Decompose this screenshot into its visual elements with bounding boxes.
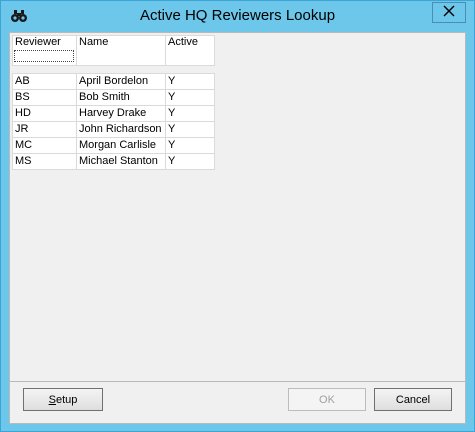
cell-active: Y bbox=[165, 73, 215, 90]
cell-active: Y bbox=[165, 137, 215, 154]
cell-reviewer: JR bbox=[12, 121, 77, 138]
table-row[interactable]: MS Michael Stanton Y bbox=[12, 153, 215, 170]
table-row[interactable]: MC Morgan Carlisle Y bbox=[12, 137, 215, 154]
setup-button[interactable]: Setup bbox=[23, 388, 103, 411]
cell-reviewer: MC bbox=[12, 137, 77, 154]
lookup-grid-area: Reviewer Name Active AB April Bordelon Y… bbox=[9, 32, 466, 382]
cell-name: April Bordelon bbox=[76, 73, 166, 90]
cell-reviewer: MS bbox=[12, 153, 77, 170]
cell-active: Y bbox=[165, 105, 215, 122]
table-row[interactable]: BS Bob Smith Y bbox=[12, 89, 215, 106]
cell-name: Bob Smith bbox=[76, 89, 166, 106]
cancel-label: Cancel bbox=[395, 393, 431, 406]
cell-reviewer: BS bbox=[12, 89, 77, 106]
column-label-reviewer: Reviewer bbox=[15, 36, 61, 48]
cancel-button[interactable]: Cancel bbox=[374, 388, 452, 411]
table-row[interactable]: HD Harvey Drake Y bbox=[12, 105, 215, 122]
grid-header: Reviewer Name Active bbox=[12, 35, 215, 66]
cell-active: Y bbox=[165, 121, 215, 138]
column-label-name: Name bbox=[79, 36, 109, 48]
table-row[interactable]: JR John Richardson Y bbox=[12, 121, 215, 138]
cell-name: Michael Stanton bbox=[76, 153, 166, 170]
reviewers-table: AB April Bordelon Y BS Bob Smith Y HD Ha… bbox=[12, 73, 215, 170]
cell-reviewer: HD bbox=[12, 105, 77, 122]
close-icon bbox=[443, 4, 455, 22]
button-bar: Setup OK Cancel bbox=[9, 382, 466, 424]
column-header-name[interactable]: Name bbox=[76, 35, 166, 66]
title-bar[interactable]: Active HQ Reviewers Lookup bbox=[1, 1, 474, 31]
cell-name: Harvey Drake bbox=[76, 105, 166, 122]
table-row[interactable]: AB April Bordelon Y bbox=[12, 73, 215, 90]
cell-name: Morgan Carlisle bbox=[76, 137, 166, 154]
reviewer-filter-input[interactable] bbox=[14, 50, 74, 62]
close-button[interactable] bbox=[432, 2, 466, 23]
ok-label: OK bbox=[319, 393, 335, 406]
setup-accelerator: S bbox=[48, 393, 56, 406]
cell-reviewer: AB bbox=[12, 73, 77, 90]
window-title: Active HQ Reviewers Lookup bbox=[139, 7, 336, 24]
lookup-window: Active HQ Reviewers Lookup Reviewer Name bbox=[0, 0, 475, 432]
setup-label: etup bbox=[55, 393, 78, 406]
column-label-active: Active bbox=[168, 36, 198, 48]
ok-button[interactable]: OK bbox=[288, 388, 366, 411]
cell-active: Y bbox=[165, 153, 215, 170]
cell-name: John Richardson bbox=[76, 121, 166, 138]
column-header-active[interactable]: Active bbox=[165, 35, 215, 66]
cell-active: Y bbox=[165, 89, 215, 106]
column-header-reviewer[interactable]: Reviewer bbox=[12, 35, 77, 66]
